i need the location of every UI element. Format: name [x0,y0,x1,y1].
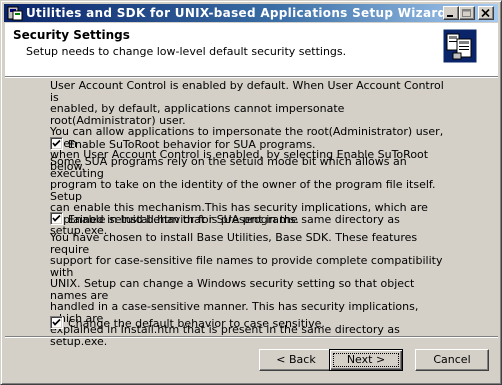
setup-app-icon [7,6,23,21]
close-icon [481,9,490,18]
next-button[interactable]: Next > [329,349,403,371]
case-sensitive-checkbox-label[interactable]: Change the default behavior to case sens… [68,317,325,330]
window-title: Utilities and SDK for UNIX-based Applica… [26,6,447,20]
minimize-icon [447,15,453,17]
case-sensitive-checkbox[interactable] [50,316,63,329]
header-divider [5,76,498,78]
checkmark-icon [52,139,61,147]
setup-package-icon [443,29,477,63]
close-button[interactable] [478,6,494,20]
cancel-button[interactable]: Cancel [415,349,489,371]
maximize-icon [462,9,471,17]
sutoroot-checkbox-label[interactable]: Enable SuToRoot behavior for SUA program… [68,138,316,151]
setuid-checkbox-label[interactable]: Enable setuid behavior for SUA programs. [68,213,299,226]
focus-rectangle [333,353,399,367]
back-button[interactable]: < Back [259,349,333,371]
setup-wizard-window: Utilities and SDK for UNIX-based Applica… [0,0,502,385]
maximize-button[interactable] [459,6,475,20]
checkmark-icon [52,318,61,326]
header-banner: Security Settings Setup needs to change … [5,23,498,76]
setuid-checkbox[interactable] [50,212,63,225]
sutoroot-checkbox[interactable] [50,137,63,150]
footer-divider [5,336,498,338]
page-title: Security Settings [13,28,130,42]
checkmark-icon [52,214,61,222]
minimize-button[interactable] [443,6,459,20]
title-bar[interactable]: Utilities and SDK for UNIX-based Applica… [4,4,498,22]
page-subtitle: Setup needs to change low-level default … [26,45,347,58]
